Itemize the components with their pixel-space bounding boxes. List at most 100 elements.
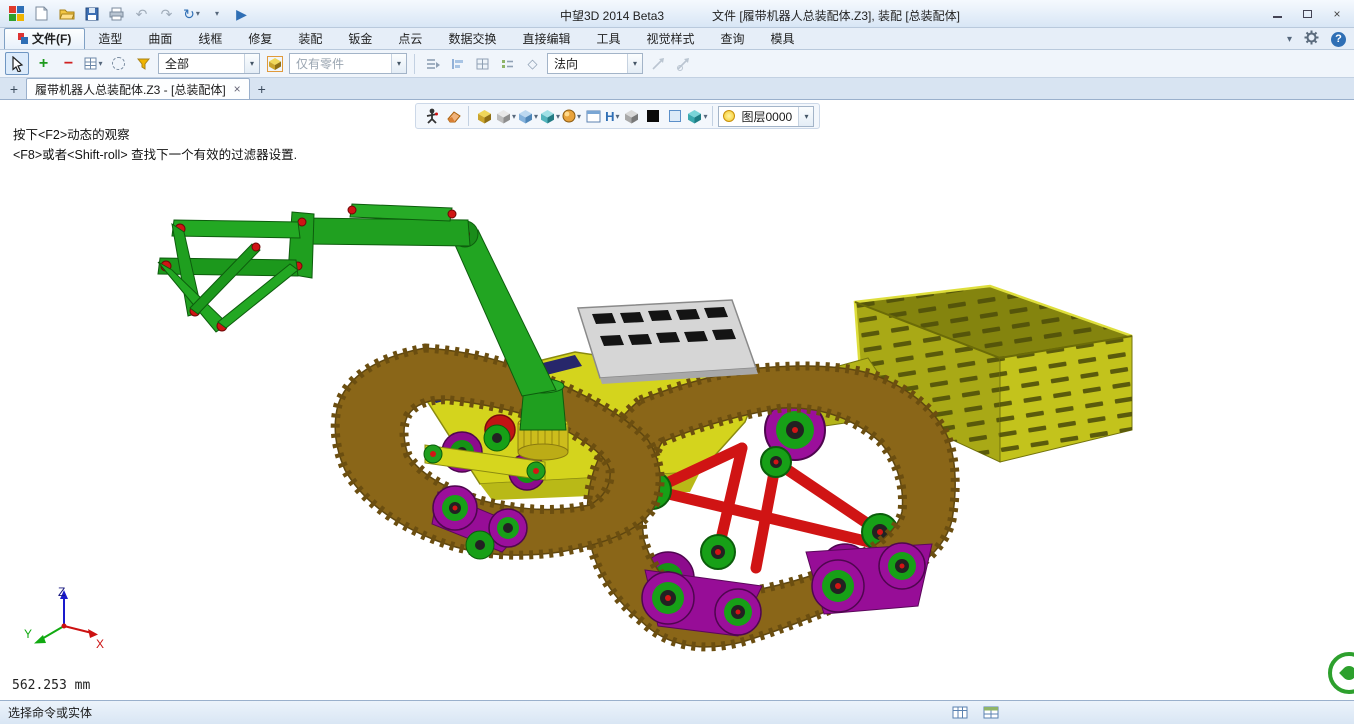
colored-cube-icon [267, 56, 283, 72]
document-info: 文件 [履带机器人总装配体.Z3], 装配 [总装配体] [712, 7, 960, 24]
quick-access-toolbar: ↶ ↷ ↻▾ ▾ ▶ [6, 3, 252, 24]
part-filter-combobox[interactable]: 仅有零件 ▾ [289, 53, 407, 74]
document-tab-bar: + 履带机器人总装配体.Z3 - [总装配体] × + [0, 78, 1354, 100]
filter-picker-button[interactable] [133, 53, 154, 74]
pick-direction-button[interactable] [672, 53, 693, 74]
normal-filter-dropdown-arrow[interactable]: ▾ [627, 54, 642, 73]
render-style-sphere-dropdown[interactable]: ▾ [562, 109, 581, 123]
close-button[interactable]: × [1326, 5, 1348, 22]
filter-icon [137, 58, 150, 70]
add-selection-button[interactable]: + [33, 53, 54, 74]
file-tab-icon [18, 33, 28, 44]
cursor-arrow-icon [10, 56, 24, 72]
part-filter-icon-button[interactable] [264, 53, 285, 74]
selection-table-button[interactable]: ▾ [83, 53, 104, 74]
new-file-icon[interactable] [31, 3, 52, 24]
coordinate-readout: 562.253 mm [12, 678, 90, 693]
document-tab-active[interactable]: 履带机器人总装配体.Z3 - [总装配体] × [26, 78, 250, 99]
lasso-select-button[interactable] [108, 53, 129, 74]
ribbon-right-controls: ▾ ? [1286, 30, 1346, 48]
gray-cube-icon[interactable] [621, 106, 641, 126]
layer-lightbulb-icon [723, 110, 735, 122]
undo-icon[interactable]: ↶ [131, 3, 152, 24]
minimize-button[interactable] [1266, 5, 1288, 22]
statusbar-message: 选择命令或实体 [8, 704, 92, 721]
ribbon-tab-bar: 文件(F) 造型 曲面 线框 修复 装配 钣金 点云 数据交换 直接编辑 工具 … [0, 28, 1354, 50]
titlebar: ↶ ↷ ↻▾ ▾ ▶ 中望3D 2014 Beta3 文件 [履带机器人总装配体… [0, 0, 1354, 28]
entity-filter-dropdown-arrow[interactable]: ▾ [244, 54, 259, 73]
statusbar: 选择命令或实体 [0, 700, 1354, 724]
3d-viewport[interactable]: 按下<F2>动态的观察 <F8>或者<Shift-roll> 查找下一个有效的过… [0, 100, 1354, 700]
view-toolbar: ▾ ▾ ▾ ▾ H ▾ ▾ [415, 103, 820, 129]
tab-inquire[interactable]: 查询 [708, 28, 758, 49]
add-tab-button[interactable]: + [252, 79, 272, 99]
open-file-icon[interactable] [56, 3, 77, 24]
list-restore-button[interactable] [422, 53, 443, 74]
tab-sheetmetal[interactable]: 钣金 [335, 28, 385, 49]
wireframe-mode-dropdown[interactable]: ▾ [518, 109, 538, 124]
select-tool-button[interactable] [5, 52, 29, 75]
filter-toolbar: + − ▾ 全部 ▾ 仅有零件 ▾ ◇ 法向 ▾ [0, 50, 1354, 78]
pick-normal-button[interactable] [647, 53, 668, 74]
tab-tools[interactable]: 工具 [583, 28, 633, 49]
save-icon[interactable] [81, 3, 102, 24]
app-logo-icon[interactable] [6, 3, 27, 24]
axis-x-label: X [96, 637, 104, 651]
cad-model-tracked-robot[interactable] [0, 100, 1354, 700]
tab-directedit[interactable]: 直接编辑 [509, 28, 583, 49]
align-list-button[interactable] [497, 53, 518, 74]
new-document-button[interactable]: + [4, 79, 24, 99]
background-light-icon[interactable] [665, 106, 685, 126]
table-report-icon[interactable] [983, 705, 1000, 723]
app-title: 中望3D 2014 Beta3 [560, 7, 664, 24]
refresh-dropdown-arrow[interactable]: ▾ [196, 9, 200, 18]
window-controls: × [1266, 5, 1348, 22]
ribbon-collapse-icon[interactable]: ▾ [1287, 34, 1292, 45]
window-view-icon[interactable] [583, 106, 603, 126]
viewport-hint-1: 按下<F2>动态的观察 [13, 124, 130, 143]
viewport-hint-2: <F8>或者<Shift-roll> 查找下一个有效的过滤器设置. [13, 144, 297, 163]
tab-repair[interactable]: 修复 [235, 28, 285, 49]
tab-assembly[interactable]: 装配 [285, 28, 335, 49]
help-icon[interactable]: ? [1331, 32, 1346, 47]
section-view-dropdown[interactable]: H ▾ [605, 109, 619, 124]
part-top-platform[interactable] [578, 300, 758, 384]
customize-qat-dropdown[interactable]: ▾ [206, 3, 227, 24]
shade-cube-icon[interactable] [474, 106, 494, 126]
normal-filter-combobox[interactable]: 法向 ▾ [547, 53, 643, 74]
dynamic-observe-icon[interactable] [421, 106, 441, 126]
sheet-grid-icon[interactable] [952, 705, 969, 723]
display-mode-dropdown[interactable]: ▾ [496, 109, 516, 124]
tab-wireframe[interactable]: 线框 [185, 28, 235, 49]
erase-blank-icon[interactable] [443, 106, 463, 126]
tab-file[interactable]: 文件(F) [4, 28, 85, 49]
tab-shape[interactable]: 造型 [85, 28, 135, 49]
remove-selection-button[interactable]: − [58, 53, 79, 74]
tab-dataexchange[interactable]: 数据交换 [435, 28, 509, 49]
align-left-button[interactable] [447, 53, 468, 74]
document-tab-close-icon[interactable]: × [234, 82, 241, 96]
axis-z-label: Z [58, 586, 65, 599]
entity-filter-combobox[interactable]: 全部 ▾ [158, 53, 260, 74]
tab-surface[interactable]: 曲面 [135, 28, 185, 49]
coordinate-triad: Z X Y [24, 586, 104, 654]
table-grid-icon [84, 57, 97, 70]
teal-cube-dropdown[interactable]: ▾ [687, 109, 707, 124]
background-black-icon[interactable] [643, 106, 663, 126]
maximize-button[interactable] [1296, 5, 1318, 22]
axis-diamond-button[interactable]: ◇ [522, 53, 543, 74]
layer-dropdown-arrow[interactable]: ▾ [798, 107, 813, 126]
view-orientation-dropdown[interactable]: ▾ [540, 109, 560, 124]
layer-combobox[interactable]: 图层0000 ▾ [718, 106, 814, 127]
settings-gear-icon[interactable] [1304, 30, 1319, 48]
tab-pointcloud[interactable]: 点云 [385, 28, 435, 49]
refresh-icon[interactable]: ↻▾ [181, 3, 202, 24]
tab-mold[interactable]: 模具 [758, 28, 808, 49]
align-grid-button[interactable] [472, 53, 493, 74]
redo-icon[interactable]: ↷ [156, 3, 177, 24]
play-icon[interactable]: ▶ [231, 3, 252, 24]
tab-visualstyle[interactable]: 视觉样式 [633, 28, 707, 49]
print-icon[interactable] [106, 3, 127, 24]
part-filter-dropdown-arrow[interactable]: ▾ [391, 54, 406, 73]
axis-y-label: Y [24, 627, 32, 641]
